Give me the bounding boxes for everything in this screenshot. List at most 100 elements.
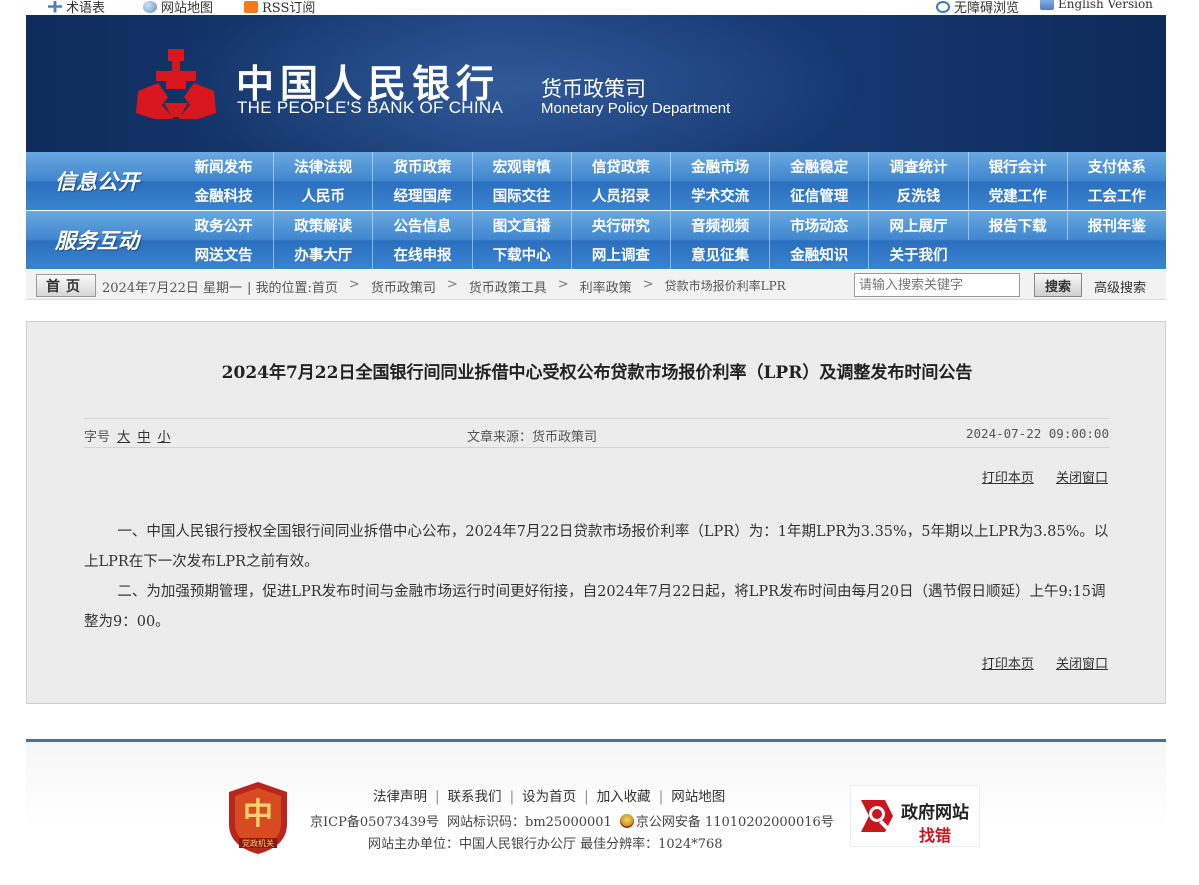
terms-icon [48,0,62,13]
chevron-right-icon: > [348,277,360,292]
nav-item-info-17[interactable]: 征信管理 [769,181,868,210]
english-icon [1040,0,1054,10]
footer-link-legal[interactable]: 法律声明 [373,789,427,805]
search-input[interactable] [854,273,1020,297]
nav-item-service-9[interactable]: 报告下载 [967,211,1067,240]
nav-item-service-18[interactable]: 关于我们 [868,240,967,269]
footer-link-contact[interactable]: 联系我们 [448,789,502,805]
nav-item-info-7[interactable]: 金融稳定 [769,152,868,181]
nav-service-interaction: 服务互动 政务公开 政策解读 公告信息 图文直播 央行研究 音频视频 市场动态 网上展厅 报告下… [26,211,1166,269]
nav-item-service-4[interactable]: 图文直播 [471,211,571,240]
breadcrumb-item[interactable]: 货币政策工具 [469,277,547,296]
party-government-badge-icon[interactable]: 党政机关 中 [225,780,291,856]
site-footer: 党政机关 中 法律声明 | 联系我们 | 设为首页 | 加入收藏 | 网站地图 京ICP备050… [26,739,1166,885]
font-large-link[interactable]: 大 [117,430,130,445]
sitemap-link[interactable]: 网站地图 [143,0,213,16]
current-date: 2024年7月22日 星期一 [102,281,243,296]
rss-icon [244,0,258,13]
article-paragraph: 二、为加强预期管理，促进LPR发布时间与金融市场运行时间更好衔接，自2024年7… [84,584,1106,630]
nav-item-info-1[interactable]: 新闻发布 [174,152,273,181]
nav-item-info-19[interactable]: 党建工作 [967,181,1067,210]
rss-label: RSS订阅 [262,1,316,16]
nav-section-title: 服务互动 [55,229,139,253]
gov-badge-title: 政府网站 [901,803,969,823]
nav-item-info-14[interactable]: 国际交往 [471,181,571,210]
nav-item-info-20[interactable]: 工会工作 [1066,181,1166,210]
breadcrumb-item[interactable]: 货币政策司 [371,277,436,296]
nav-item-info-10[interactable]: 支付体系 [1066,152,1166,181]
icp-number[interactable]: 京ICP备05073439号 [310,811,439,830]
rss-link[interactable]: RSS订阅 [244,0,315,16]
font-size-label: 字号 [84,430,111,445]
nav-item-info-9[interactable]: 银行会计 [967,152,1067,181]
font-medium-link[interactable]: 中 [137,430,150,445]
nav-item-service-2[interactable]: 政策解读 [273,211,372,240]
nav-item-info-3[interactable]: 货币政策 [372,152,471,181]
print-link[interactable]: 打印本页 [982,657,1034,672]
article-paragraph: 一、中国人民银行授权全国银行间同业拆借中心公布，2024年7月22日贷款市场报价… [84,524,1109,570]
nav-item-info-11[interactable]: 金融科技 [174,181,273,210]
nav-item-info-5[interactable]: 信贷政策 [570,152,670,181]
breadcrumb-item[interactable]: 贷款市场报价利率LPR [665,277,786,296]
nav-info-disclosure: 信息公开 新闻发布 法律法规 货币政策 宏观审慎 信贷政策 金融市场 金融稳定 调查统计 银行会… [26,152,1166,210]
english-label: English Version [1058,0,1153,11]
footer-link-favorite[interactable]: 加入收藏 [597,789,651,805]
footer-link-homepage[interactable]: 设为首页 [522,789,576,805]
nav-item-info-16[interactable]: 学术交流 [669,181,769,210]
nav-item-service-11[interactable]: 网送文告 [174,240,273,269]
accessible-label: 无障碍浏览 [954,1,1020,16]
nav-item-info-18[interactable]: 反洗钱 [868,181,967,210]
chevron-right-icon: > [557,277,569,292]
nav-item-service-1[interactable]: 政务公开 [174,211,273,240]
nav-item-service-7[interactable]: 市场动态 [769,211,868,240]
accessible-link[interactable]: 无障碍浏览 [936,0,1019,16]
nav-item-service-16[interactable]: 意见征集 [669,240,769,269]
nav-item-service-3[interactable]: 公告信息 [372,211,471,240]
search-button[interactable]: 搜索 [1034,273,1082,297]
nav-item-info-4[interactable]: 宏观审慎 [471,152,571,181]
top-utility-bar: 术语表 网站地图 RSS订阅 无障碍浏览 English Version [0,0,1199,16]
police-record[interactable]: 京公网安备 11010202000016号 [636,811,834,830]
nav-item-service-15[interactable]: 网上调查 [570,240,670,269]
article-panel: 2024年7月22日全国银行间同业拆借中心受权公布贷款市场报价利率（LPR）及调… [26,321,1166,704]
nav-item-service-6[interactable]: 音频视频 [669,211,769,240]
nav-item-info-6[interactable]: 金融市场 [669,152,769,181]
article-body: 一、中国人民银行授权全国银行间同业拆借中心公布，2024年7月22日贷款市场报价… [84,517,1109,637]
breadcrumb-bar: 首页 2024年7月22日 星期一 | 我的位置: 首页 > 货币政策司 > 货… [26,270,1166,300]
nav-item-service-17[interactable]: 金融知识 [769,240,868,269]
nav-item-service-5[interactable]: 央行研究 [570,211,670,240]
terms-link[interactable]: 术语表 [48,0,105,16]
font-small-link[interactable]: 小 [157,430,170,445]
print-link[interactable]: 打印本页 [982,471,1034,486]
english-link[interactable]: English Version [1040,0,1153,11]
article-title: 2024年7月22日全国银行间同业拆借中心受权公布贷款市场报价利率（LPR）及调… [221,363,973,383]
nav-item-info-13[interactable]: 经理国库 [372,181,471,210]
nav-item-service-12[interactable]: 办事大厅 [273,240,372,269]
breadcrumb-item[interactable]: 首页 [312,277,338,296]
gov-site-error-report-badge[interactable]: 政府网站 找错 [850,785,980,847]
nav-item-info-15[interactable]: 人员招录 [570,181,670,210]
chevron-right-icon: > [642,277,654,292]
article-source: 文章来源：货币政策司 [467,430,598,445]
nav-item-info-2[interactable]: 法律法规 [273,152,372,181]
breadcrumb-item[interactable]: 利率政策 [580,277,632,296]
footer-link-sitemap[interactable]: 网站地图 [671,789,725,805]
nav-item-service-8[interactable]: 网上展厅 [868,211,967,240]
nav-item-service-14[interactable]: 下载中心 [471,240,571,269]
advanced-search-link[interactable]: 高级搜索 [1094,277,1146,296]
nav-item-service-10[interactable]: 报刊年鉴 [1066,211,1166,240]
site-id: 网站标识码：bm25000001 [447,815,612,830]
home-button[interactable]: 首页 [36,274,96,297]
accessibility-icon [936,0,950,13]
terms-label: 术语表 [66,1,106,16]
magnifier-icon [861,800,893,832]
svg-text:党政机关: 党政机关 [242,838,274,848]
nav-item-info-8[interactable]: 调查统计 [868,152,967,181]
nav-item-service-13[interactable]: 在线申报 [372,240,471,269]
close-window-link[interactable]: 关闭窗口 [1056,471,1108,486]
nav-service-grid: 政务公开 政策解读 公告信息 图文直播 央行研究 音频视频 市场动态 网上展厅 报告下载 报刊年鉴… [174,211,1166,269]
pboc-logo-icon[interactable] [134,47,218,127]
nav-item-info-12[interactable]: 人民币 [273,181,372,210]
gov-badge-subtitle: 找错 [919,826,952,845]
close-window-link[interactable]: 关闭窗口 [1056,657,1108,672]
